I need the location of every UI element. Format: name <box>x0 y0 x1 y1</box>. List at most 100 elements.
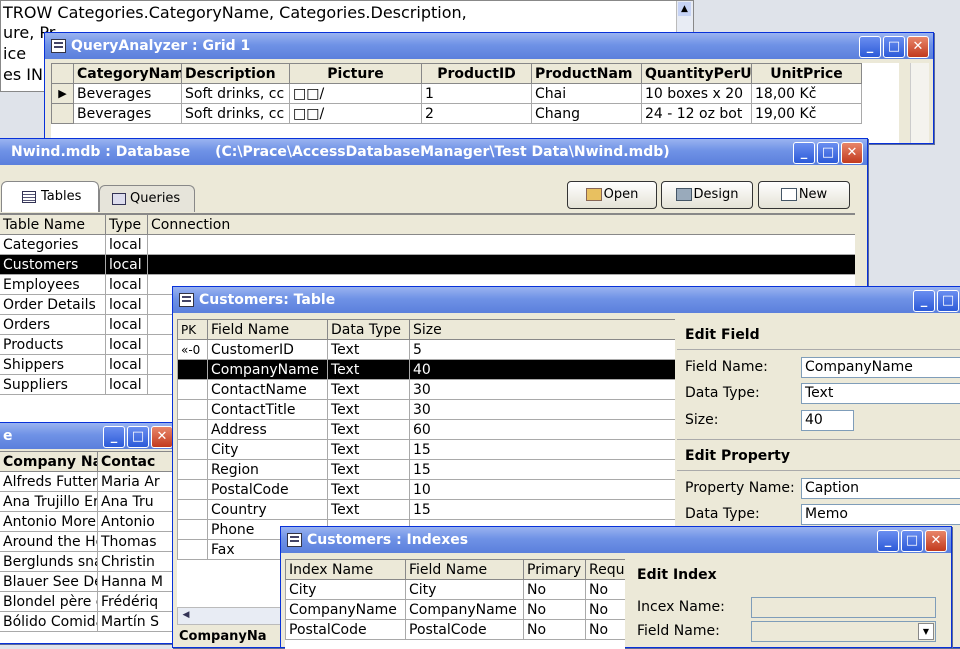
cell[interactable]: 19,00 Kč <box>751 103 862 124</box>
data-type-select[interactable]: Text <box>801 383 960 404</box>
table-row[interactable]: PostalCode PostalCode No No <box>285 619 625 640</box>
tab-queries[interactable]: Queries <box>99 185 195 212</box>
column-header[interactable]: CategoryNam <box>73 63 182 84</box>
cell[interactable] <box>147 254 855 275</box>
table-row[interactable]: Blauer See Del Hanna M <box>0 571 176 592</box>
table-row[interactable]: City Text 15 <box>177 439 675 460</box>
query-grid-scrollbar[interactable] <box>910 63 929 143</box>
cell[interactable]: 30 <box>409 379 675 400</box>
table-row[interactable]: Region Text 15 <box>177 459 675 480</box>
cell[interactable]: Soft drinks, cc <box>181 83 290 104</box>
column-header[interactable]: ProductID <box>421 63 532 84</box>
cell[interactable]: Christin <box>97 551 176 572</box>
cell[interactable]: Suppliers <box>0 374 106 395</box>
cell[interactable] <box>177 359 208 380</box>
column-header[interactable]: Primary <box>523 559 586 580</box>
cell[interactable]: Antonio Morer <box>0 511 98 532</box>
table-row-selected[interactable]: CompanyName Text 40 <box>177 359 675 380</box>
column-header[interactable]: Description <box>181 63 290 84</box>
cell[interactable]: 15 <box>409 439 675 460</box>
cell[interactable]: CompanyName <box>405 599 524 620</box>
customers-table-titlebar[interactable]: Customers: Table _ □ <box>173 287 960 313</box>
cell[interactable]: Text <box>327 399 410 420</box>
cell[interactable]: Text <box>327 359 410 380</box>
table-row[interactable]: Country Text 15 <box>177 499 675 520</box>
minimize-button[interactable]: _ <box>103 426 125 448</box>
cell[interactable]: City <box>405 579 524 600</box>
cell[interactable]: □□/ <box>289 83 422 104</box>
cell[interactable]: local <box>105 374 148 395</box>
column-header[interactable]: PK <box>177 319 208 340</box>
cell[interactable] <box>177 519 208 540</box>
minimize-button[interactable]: _ <box>859 36 881 58</box>
cell[interactable]: Bólido Comida <box>0 611 98 632</box>
column-header[interactable]: Company Na <box>0 451 98 472</box>
cell[interactable]: Around the Hc <box>0 531 98 552</box>
cell[interactable]: CompanyName <box>207 359 328 380</box>
field-name-input[interactable]: CompanyName <box>801 357 960 378</box>
table-row[interactable]: Address Text 60 <box>177 419 675 440</box>
cell[interactable]: 2 <box>421 103 532 124</box>
maximize-button[interactable]: □ <box>127 426 149 448</box>
table-row[interactable]: Berglunds sna Christin <box>0 551 176 572</box>
scroll-left-icon[interactable]: ◀ <box>179 609 193 622</box>
cell[interactable]: Customers <box>0 254 106 275</box>
cell[interactable]: Country <box>207 499 328 520</box>
cell[interactable]: No <box>523 599 586 620</box>
cell[interactable] <box>177 539 208 560</box>
cell[interactable]: No <box>585 579 625 600</box>
minimize-button[interactable]: _ <box>913 290 935 312</box>
column-header[interactable]: Index Name <box>285 559 406 580</box>
table-row[interactable]: CompanyName CompanyName No No <box>285 599 625 620</box>
cell[interactable]: Text <box>327 339 410 360</box>
cell[interactable]: ContactTitle <box>207 399 328 420</box>
cell[interactable]: No <box>585 599 625 620</box>
cell[interactable]: Products <box>0 334 106 355</box>
table-row[interactable]: ▶ Beverages Soft drinks, cc □□/ 1 Chai 1… <box>51 83 862 104</box>
column-header[interactable]: Field Name <box>405 559 524 580</box>
table-row[interactable]: Ana Trujillo Er Ana Tru <box>0 491 176 512</box>
cell[interactable]: Text <box>327 419 410 440</box>
cell[interactable]: CompanyName <box>285 599 406 620</box>
table-row[interactable]: ContactName Text 30 <box>177 379 675 400</box>
column-header[interactable]: ProductNam <box>531 63 642 84</box>
maximize-button[interactable]: □ <box>817 142 839 164</box>
cell[interactable]: 60 <box>409 419 675 440</box>
database-titlebar[interactable]: Nwind.mdb : Database (C:\Prace\AccessDat… <box>0 139 867 165</box>
cell[interactable] <box>177 479 208 500</box>
design-button[interactable]: Design <box>661 181 753 209</box>
cell[interactable]: 1 <box>421 83 532 104</box>
cell[interactable]: Text <box>327 479 410 500</box>
cell[interactable]: Frédériq <box>97 591 176 612</box>
column-header[interactable]: Data Type <box>327 319 410 340</box>
cell[interactable]: Text <box>327 439 410 460</box>
cell[interactable]: Blondel père e <box>0 591 98 612</box>
table-row[interactable]: Categories local <box>0 234 855 255</box>
cell[interactable]: 15 <box>409 459 675 480</box>
cell[interactable]: 5 <box>409 339 675 360</box>
new-button[interactable]: New <box>758 181 850 209</box>
table-row-selected[interactable]: Customers local <box>0 254 855 275</box>
property-name-input[interactable]: Caption <box>801 478 960 499</box>
cell[interactable]: local <box>105 334 148 355</box>
cell[interactable]: Blauer See Del <box>0 571 98 592</box>
cell[interactable]: City <box>285 579 406 600</box>
tab-tables[interactable]: Tables <box>1 181 99 212</box>
cell[interactable]: PostalCode <box>207 479 328 500</box>
cell[interactable]: Antonio <box>97 511 176 532</box>
table-row[interactable]: Antonio Morer Antonio <box>0 511 176 532</box>
cell[interactable]: Orders <box>0 314 106 335</box>
minimize-button[interactable]: _ <box>877 530 899 552</box>
cell[interactable] <box>177 419 208 440</box>
table-row[interactable]: Beverages Soft drinks, cc □□/ 2 Chang 24… <box>51 103 862 124</box>
cell[interactable] <box>147 234 855 255</box>
close-button[interactable]: ✕ <box>925 530 947 552</box>
customers-grid-titlebar[interactable]: e _ □ ✕ <box>0 423 177 449</box>
table-row[interactable]: PostalCode Text 10 <box>177 479 675 500</box>
maximize-button[interactable]: □ <box>883 36 905 58</box>
cell[interactable]: 10 <box>409 479 675 500</box>
cell[interactable]: □□/ <box>289 103 422 124</box>
cell[interactable]: Categories <box>0 234 106 255</box>
indexes-titlebar[interactable]: Customers : Indexes _ □ ✕ <box>281 527 951 553</box>
close-button[interactable]: ✕ <box>151 426 173 448</box>
